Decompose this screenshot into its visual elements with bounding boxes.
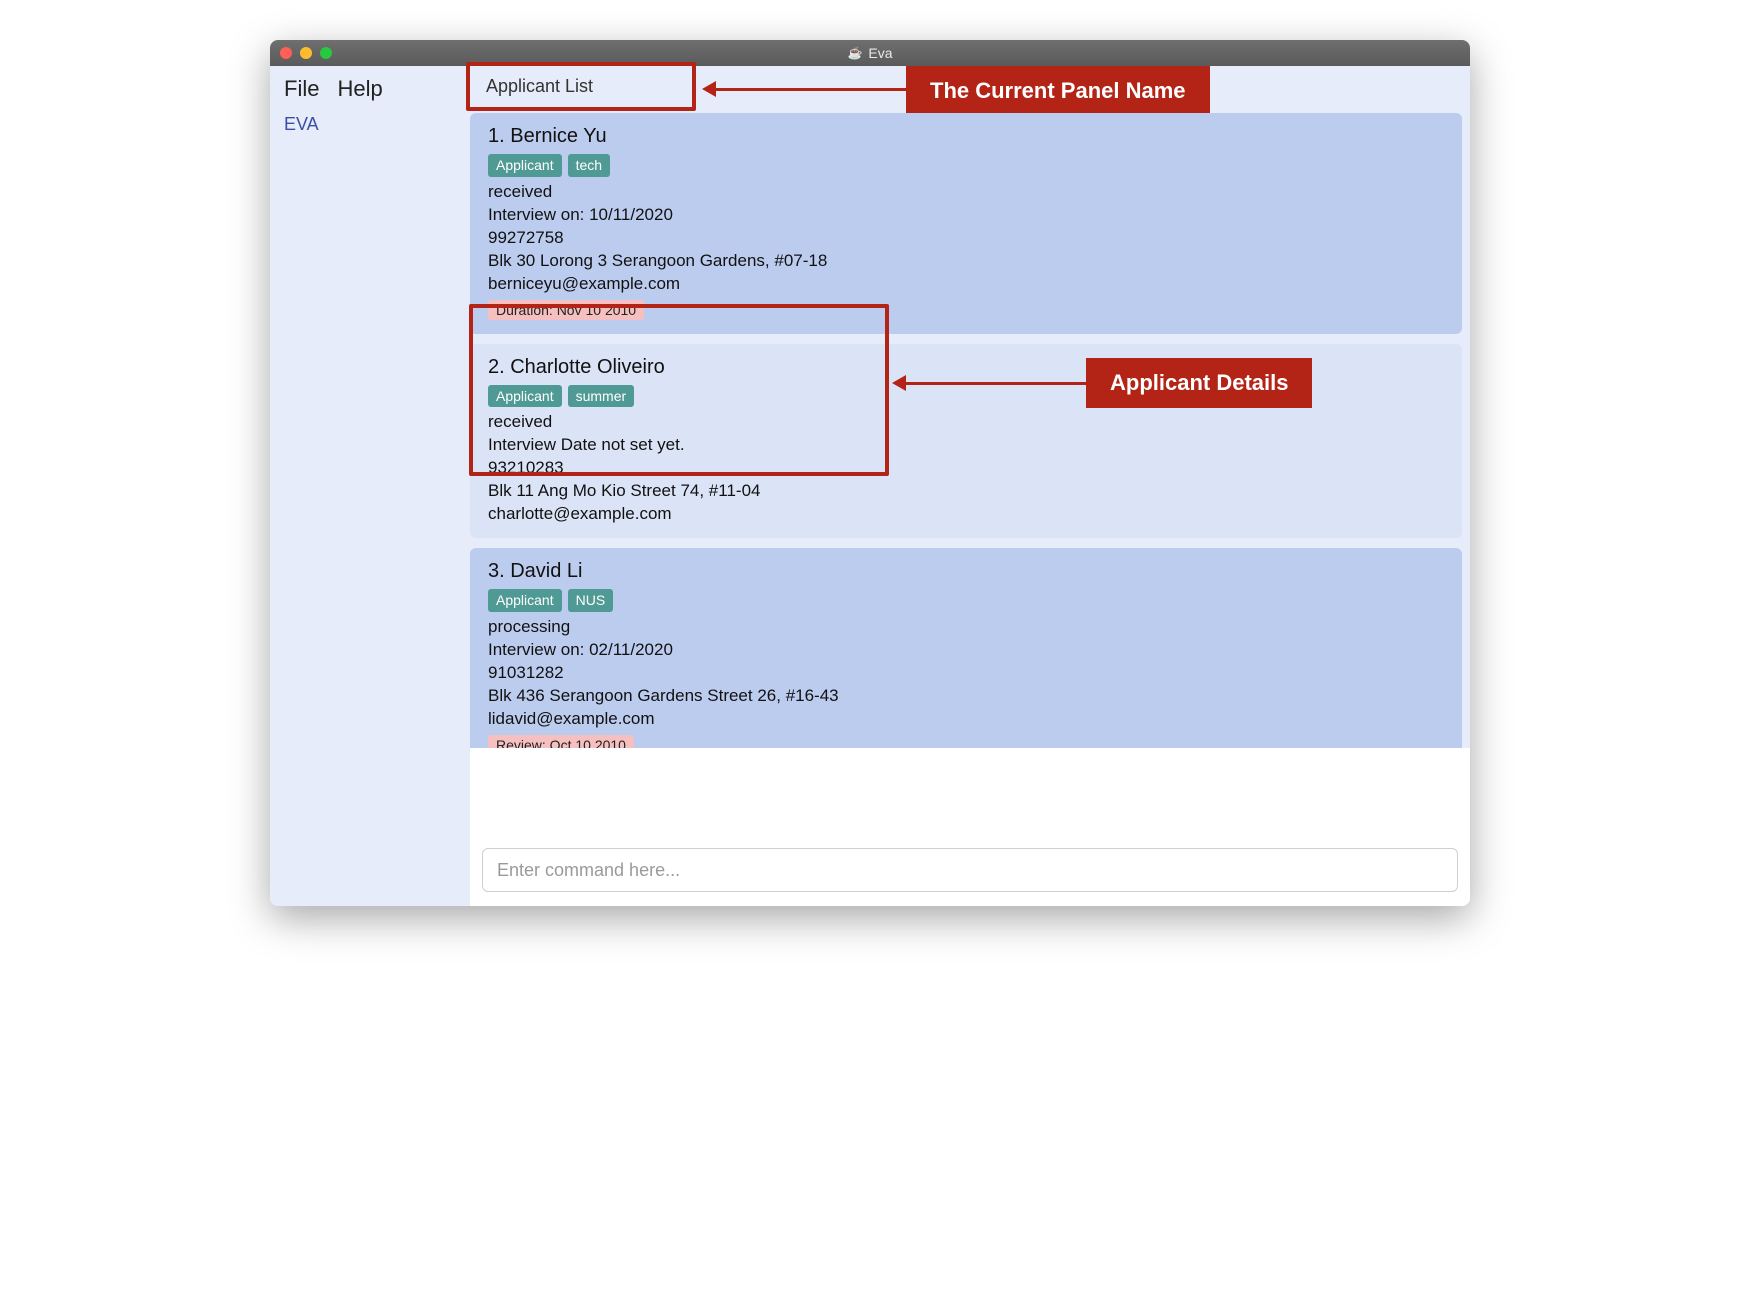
tag: Applicant: [488, 385, 562, 408]
applicant-email: berniceyu@example.com: [488, 273, 1444, 296]
window-title: ☕ Eva: [270, 45, 1470, 61]
tag: Applicant: [488, 589, 562, 612]
menubar: File Help: [284, 76, 455, 102]
applicant-interview: Interview Date not set yet.: [488, 434, 1444, 457]
menu-help[interactable]: Help: [337, 76, 382, 102]
applicant-list: 1. Bernice YuApplicanttechreceivedInterv…: [470, 113, 1470, 748]
tag: summer: [568, 385, 635, 408]
applicant-address: Blk 11 Ang Mo Kio Street 74, #11-04: [488, 480, 1444, 503]
blank-area: [470, 748, 1470, 838]
tag: NUS: [568, 589, 614, 612]
applicant-card[interactable]: 1. Bernice Yu Applicant tech receivedInterv…: [470, 113, 1462, 334]
applicant-name: 1. Bernice Yu: [488, 123, 1444, 150]
applicant-card[interactable]: 3. David Li Applicant NUS processingIntervi…: [470, 548, 1462, 748]
main-panel: Applicant List The Current Panel Name 1.…: [470, 66, 1470, 906]
menu-file[interactable]: File: [284, 76, 319, 102]
app-body: File Help EVA Applicant List The Current…: [270, 66, 1470, 906]
applicant-phone: 93210283: [488, 457, 1444, 480]
annotation-arrow: [706, 88, 906, 91]
applicant-phone: 91031282: [488, 662, 1444, 685]
brand-label: EVA: [284, 114, 455, 135]
applicant-address: Blk 30 Lorong 3 Serangoon Gardens, #07-1…: [488, 250, 1444, 273]
annotation-panel-name: The Current Panel Name: [906, 66, 1210, 116]
applicant-status: processing: [488, 616, 1444, 639]
applicant-card[interactable]: 2. Charlotte OliveiroApplicantsummerrece…: [470, 344, 1462, 539]
applicant-interview: Interview on: 10/11/2020: [488, 204, 1444, 227]
command-input[interactable]: [482, 848, 1458, 892]
applicant-name: 3. David Li: [488, 558, 1444, 585]
panel-title: Applicant List: [466, 62, 696, 111]
annotation-applicant-details: Applicant Details: [1086, 358, 1312, 408]
titlebar: ☕ Eva: [270, 40, 1470, 66]
applicant-status: received: [488, 411, 1444, 434]
annotation-arrow: [896, 382, 1086, 385]
applicant-pill: Duration: Nov 10 2010: [488, 300, 644, 321]
applicant-phone: 99272758: [488, 227, 1444, 250]
window-title-text: Eva: [868, 45, 892, 61]
app-icon: ☕: [847, 46, 862, 60]
applicant-email: charlotte@example.com: [488, 503, 1444, 526]
applicant-pill: Review: Oct 10 2010: [488, 735, 634, 748]
sidebar: File Help EVA: [270, 66, 470, 906]
applicant-tags: Applicant tech: [488, 154, 1444, 177]
applicant-tags: Applicant NUS: [488, 589, 1444, 612]
applicant-address: Blk 436 Serangoon Gardens Street 26, #16…: [488, 685, 1444, 708]
applicant-status: received: [488, 181, 1444, 204]
tag: tech: [568, 154, 610, 177]
applicant-email: lidavid@example.com: [488, 708, 1444, 731]
command-bar: [470, 838, 1470, 906]
app-window: ☕ Eva File Help EVA Applicant List The C…: [270, 40, 1470, 906]
tag: Applicant: [488, 154, 562, 177]
applicant-interview: Interview on: 02/11/2020: [488, 639, 1444, 662]
